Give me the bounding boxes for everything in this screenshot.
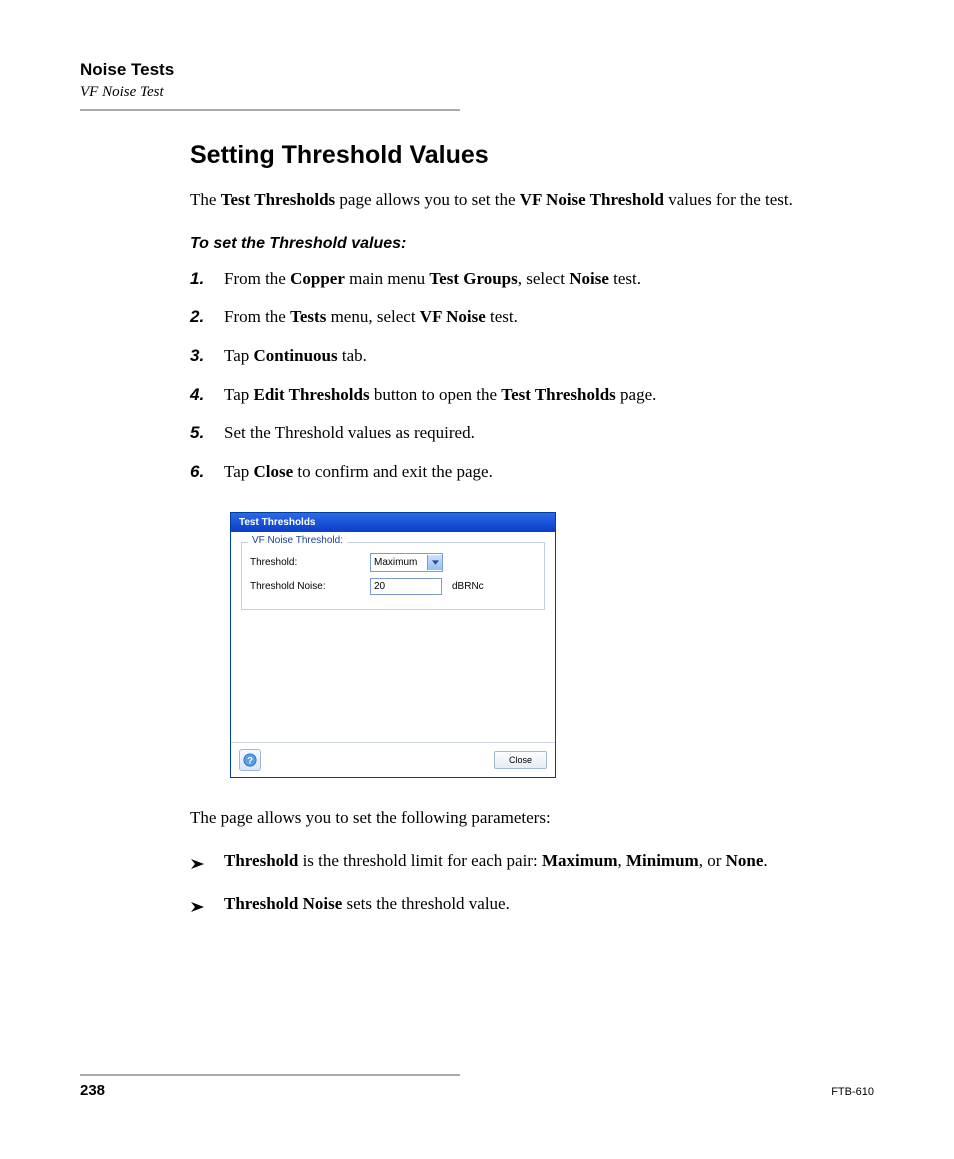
page-footer: 238 FTB-610 [80, 1074, 874, 1099]
bullet-item: Threshold Noise sets the threshold value… [190, 892, 874, 921]
text: , select [518, 269, 569, 288]
text: page. [616, 385, 657, 404]
bullet-item: Threshold is the threshold limit for eac… [190, 849, 874, 878]
text: Tap [224, 462, 254, 481]
step-number: 5. [190, 421, 224, 446]
page-number: 238 [80, 1082, 105, 1099]
text: tab. [338, 346, 367, 365]
text: button to open the [370, 385, 502, 404]
dialog-title: Test Thresholds [231, 513, 555, 532]
text: Tap [224, 346, 254, 365]
step-2: 2. From the Tests menu, select VF Noise … [190, 305, 874, 330]
step-number: 1. [190, 267, 224, 292]
text-bold: Test Thresholds [221, 190, 335, 209]
step-3: 3. Tap Continuous tab. [190, 344, 874, 369]
step-text: Set the Threshold values as required. [224, 421, 874, 446]
text-bold: Close [254, 462, 294, 481]
text-bold: Tests [290, 307, 326, 326]
text: is the threshold limit for each pair: [298, 851, 542, 870]
chevron-down-icon [427, 555, 442, 570]
text: , [617, 851, 626, 870]
threshold-noise-input[interactable]: 20 [370, 578, 442, 595]
step-text: From the Copper main menu Test Groups, s… [224, 267, 874, 292]
close-button[interactable]: Close [494, 751, 547, 769]
section-title: VF Noise Test [80, 84, 874, 101]
help-icon: ? [243, 753, 257, 767]
text-bold: Copper [290, 269, 345, 288]
page-heading: Setting Threshold Values [190, 141, 874, 170]
text: to confirm and exit the page. [293, 462, 493, 481]
text: main menu [345, 269, 430, 288]
help-button[interactable]: ? [239, 749, 261, 771]
text: menu, select [326, 307, 419, 326]
text-bold: None [726, 851, 764, 870]
test-thresholds-dialog: Test Thresholds VF Noise Threshold: Thre… [230, 512, 556, 778]
step-6: 6. Tap Close to confirm and exit the pag… [190, 460, 874, 485]
select-value: Maximum [374, 557, 417, 568]
text: , or [699, 851, 726, 870]
parameters-intro: The page allows you to set the following… [190, 806, 874, 831]
threshold-noise-label: Threshold Noise: [250, 581, 370, 592]
main-content: Setting Threshold Values The Test Thresh… [190, 141, 874, 920]
dialog-screenshot: Test Thresholds VF Noise Threshold: Thre… [230, 512, 874, 778]
text-bold: Noise [569, 269, 609, 288]
text-bold: Continuous [254, 346, 338, 365]
text: The [190, 190, 221, 209]
text-bold: Minimum [626, 851, 699, 870]
step-number: 2. [190, 305, 224, 330]
step-4: 4. Tap Edit Thresholds button to open th… [190, 383, 874, 408]
threshold-noise-row: Threshold Noise: 20 dBRNc [250, 578, 536, 595]
step-number: 4. [190, 383, 224, 408]
bullet-text: Threshold Noise sets the threshold value… [224, 892, 874, 921]
step-1: 1. From the Copper main menu Test Groups… [190, 267, 874, 292]
procedure-heading: To set the Threshold values: [190, 235, 874, 253]
text: Set the Threshold values as required. [224, 423, 475, 442]
text-bold: VF Noise [420, 307, 486, 326]
text: test. [486, 307, 518, 326]
vf-noise-threshold-group: VF Noise Threshold: Threshold: Maximum T… [241, 542, 545, 610]
dialog-body: VF Noise Threshold: Threshold: Maximum T… [231, 532, 555, 742]
text: test. [609, 269, 641, 288]
text-bold: Threshold [224, 851, 298, 870]
text: page allows you to set the [335, 190, 520, 209]
step-text: From the Tests menu, select VF Noise tes… [224, 305, 874, 330]
text: From the [224, 269, 290, 288]
svg-text:?: ? [247, 756, 253, 767]
step-number: 3. [190, 344, 224, 369]
text: values for the test. [664, 190, 793, 209]
threshold-row: Threshold: Maximum [250, 553, 536, 572]
group-label: VF Noise Threshold: [248, 535, 347, 546]
text: Tap [224, 385, 254, 404]
bullet-text: Threshold is the threshold limit for eac… [224, 849, 874, 878]
threshold-label: Threshold: [250, 557, 370, 568]
text-bold: Maximum [542, 851, 618, 870]
text: sets the threshold value. [342, 894, 510, 913]
text: From the [224, 307, 290, 326]
step-5: 5. Set the Threshold values as required. [190, 421, 874, 446]
step-number: 6. [190, 460, 224, 485]
intro-paragraph: The Test Thresholds page allows you to s… [190, 188, 874, 213]
text-bold: Test Thresholds [501, 385, 615, 404]
chapter-title: Noise Tests [80, 60, 874, 80]
step-text: Tap Edit Thresholds button to open the T… [224, 383, 874, 408]
text: . [763, 851, 767, 870]
step-text: Tap Close to confirm and exit the page. [224, 460, 874, 485]
threshold-select[interactable]: Maximum [370, 553, 443, 572]
text-bold: Threshold Noise [224, 894, 342, 913]
text-bold: Edit Thresholds [254, 385, 370, 404]
unit-label: dBRNc [452, 581, 484, 592]
document-id: FTB-610 [831, 1086, 874, 1098]
header-divider [80, 109, 460, 111]
footer-divider [80, 1074, 460, 1076]
arrow-icon [190, 849, 224, 878]
text-bold: VF Noise Threshold [520, 190, 664, 209]
step-text: Tap Continuous tab. [224, 344, 874, 369]
text-bold: Test Groups [429, 269, 517, 288]
dialog-footer: ? Close [231, 742, 555, 777]
arrow-icon [190, 892, 224, 921]
